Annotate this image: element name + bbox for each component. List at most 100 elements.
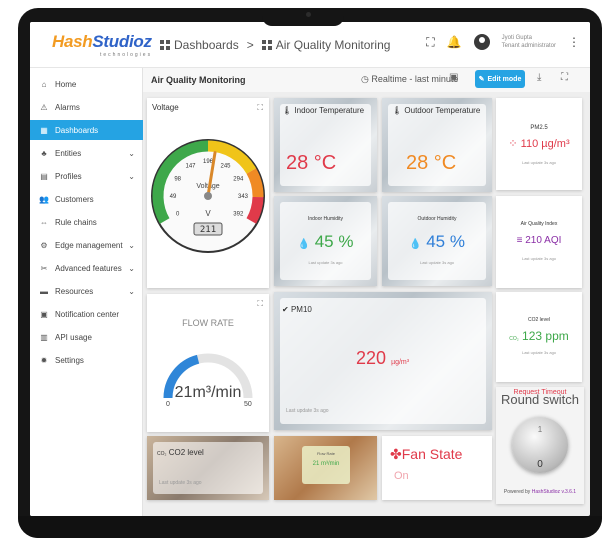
voltage-card: Voltage ⛶ 0 49 98 147 196 245 294 343 392 Voltage…	[147, 98, 269, 288]
sidebar-item-label: Home	[55, 79, 77, 89]
flow-rate-value: 21m³/min	[174, 384, 242, 401]
chevron-down-icon[interactable]: ⌄	[128, 287, 135, 296]
sidebar-item-dashboards[interactable]: ▦ Dashboards	[30, 120, 143, 140]
more-vert-icon[interactable]: ⋮	[568, 35, 580, 49]
sidebar-item-customers[interactable]: 👥 Customers	[30, 189, 143, 209]
aqi-value: ≡ 210 AQI	[496, 235, 582, 246]
outdoor-temperature-title: 🌡 Outdoor Temperature	[392, 106, 480, 115]
dashboard-toolbar: Air Quality Monitoring ◷ Realtime - last…	[143, 68, 590, 92]
sidebar-item-label: Advanced features	[55, 263, 122, 273]
gauge-tick-label: 343	[238, 194, 249, 200]
pm10-value: 220 µg/m³	[356, 348, 409, 369]
clock-icon: ◷	[361, 74, 369, 84]
sidebar-item-label: Rule chains	[55, 217, 97, 227]
expand-icon[interactable]: ⛶	[257, 299, 263, 309]
pm10-title: ✔ PM10	[282, 305, 312, 314]
co2-level-card: CO2 level CO₂ 123 ppm Last update 3s ago	[496, 292, 582, 382]
outdoor-temperature-value: 28 °C	[406, 152, 457, 174]
gauge-lcd-value: 211	[200, 225, 216, 235]
sidebar-item-api-usage[interactable]: ▥ API usage	[30, 327, 143, 347]
entities-icon: ♣	[41, 148, 47, 158]
water-drop-icon: 💧	[409, 239, 422, 250]
rule-chain-icon: ⇔	[40, 217, 48, 227]
home-icon: ⌂	[41, 79, 47, 89]
sidebar-item-edge-management[interactable]: ⚙ Edge management ⌄	[30, 235, 143, 255]
co2-level-value-text: 123 ppm	[522, 329, 569, 343]
outdoor-humidity-updated: Last update 3s ago	[419, 260, 455, 265]
gauge-hub	[204, 192, 212, 200]
sidebar-item-rule-chains[interactable]: ⇔ Rule chains	[30, 212, 143, 232]
camera-notch	[262, 8, 344, 26]
fan-state-title-text: Fan State	[401, 446, 463, 462]
outdoor-humidity-title: Outdoor Humidity	[417, 216, 457, 222]
filter-icon[interactable]: ▣	[449, 72, 458, 83]
sidebar-item-notification-center[interactable]: ▣ Notification center	[30, 304, 143, 324]
notifications-icon[interactable]: 🔔	[447, 35, 462, 49]
sidebar-item-settings[interactable]: ✹ Settings	[30, 350, 143, 370]
indoor-humidity-updated: Last update 3s ago	[308, 260, 343, 265]
sidebar-item-entities[interactable]: ♣ Entities ⌄	[30, 143, 143, 163]
footer-powered-by: Powered by HashStudioz v.3.6.1	[496, 489, 584, 495]
fan-state-card: ✤Fan State On	[382, 436, 492, 500]
fan-state-title: ✤Fan State	[390, 446, 462, 463]
chevron-down-icon[interactable]: ⌄	[128, 172, 135, 181]
indoor-humidity-value-text: 45 %	[314, 232, 354, 251]
sidebar-item-label: API usage	[55, 332, 92, 342]
indoor-humidity-card: Indoor Humidity 💧 45 % Last update 3s ag…	[274, 196, 377, 286]
sidebar-item-alarms[interactable]: ⚠ Alarms	[30, 97, 143, 117]
chevron-down-icon[interactable]: ⌄	[128, 264, 135, 273]
breadcrumb: Dashboards > Air Quality Monitoring	[160, 38, 390, 52]
download-icon[interactable]: ⤓	[537, 72, 541, 83]
sidebar-item-advanced-features[interactable]: ✂ Advanced features ⌄	[30, 258, 143, 278]
edit-mode-button[interactable]: ✎ Edit mode	[475, 70, 525, 88]
breadcrumb-separator: >	[246, 38, 254, 52]
co2-level-value: CO₂ 123 ppm	[496, 329, 582, 343]
flow-rate-max: 50	[244, 401, 252, 408]
fullscreen-icon[interactable]: ⛶	[426, 35, 434, 50]
indoor-humidity-value: 💧 45 %	[274, 232, 377, 252]
pm10-card: ✔ PM10 220 µg/m³ Last update 3s ago	[274, 292, 492, 430]
flow-rate-card: ⛶ FLOW RATE 21m³/min 0 50	[147, 294, 269, 432]
co2-icon: CO₂	[509, 336, 519, 342]
avatar[interactable]	[473, 34, 490, 50]
user-info[interactable]: Jyoti Gupta Tenant administrator	[502, 34, 556, 50]
pm25-title: PM2.5	[530, 125, 548, 131]
sidebar-item-profiles[interactable]: ▤ Profiles ⌄	[30, 166, 143, 186]
pm10-value-number: 220	[356, 348, 387, 368]
gauge-unit: V	[205, 209, 211, 218]
expand-icon[interactable]: ⛶	[257, 103, 263, 113]
outdoor-temperature-card: 🌡 Outdoor Temperature 28 °C	[382, 98, 492, 192]
chevron-down-icon[interactable]: ⌄	[128, 149, 135, 158]
footer-text: Powered by	[503, 489, 532, 495]
fullscreen-dashboard-icon[interactable]: ⛶	[561, 72, 568, 83]
footer-link[interactable]: HashStudioz v.3.6.1	[532, 489, 576, 495]
particles-icon: ⁘	[508, 138, 518, 150]
sidebar-item-resources[interactable]: ▬ Resources ⌄	[30, 281, 143, 301]
tools-icon: ✂	[40, 263, 48, 273]
edge-icon: ⚙	[40, 240, 48, 250]
gauge-band-red	[246, 196, 264, 224]
pm25-updated: Last update 3s ago	[521, 160, 557, 165]
chevron-down-icon[interactable]: ⌄	[128, 241, 135, 250]
aqi-title: Air Quality Index	[520, 221, 558, 227]
breadcrumb-dashboards[interactable]: Dashboards	[174, 38, 239, 52]
breadcrumb-current: Air Quality Monitoring	[275, 38, 391, 52]
sidebar-item-label: Notification center	[55, 309, 120, 319]
logo[interactable]: HashStudioz	[52, 32, 152, 52]
gauge-tick-label: 98	[174, 177, 181, 183]
aqi-value-text: 210 AQI	[525, 235, 562, 246]
sidebar-item-label: Settings	[55, 355, 84, 365]
pm25-value-text: 110 µg/m³	[520, 138, 570, 150]
sidebar-item-home[interactable]: ⌂ Home	[30, 74, 143, 94]
co2-level-title: CO2 level	[528, 317, 550, 323]
water-drop-icon: 💧	[297, 239, 310, 250]
top-bar-actions: ⛶ 🔔 Jyoti Gupta Tenant administrator ⋮	[426, 34, 580, 50]
flow-rate-small-value: 21 m³/min	[312, 461, 340, 467]
fan-icon: ✤	[390, 446, 402, 462]
pm10-title-text: PM10	[290, 305, 312, 314]
dashboard-title: Air Quality Monitoring	[151, 75, 246, 85]
timewindow-selector[interactable]: ◷ Realtime - last minute	[361, 74, 458, 85]
indoor-temperature-title: 🌡 Indoor Temperature	[282, 106, 364, 115]
gauge-tick-label: 392	[233, 212, 244, 218]
sidebar-item-label: Customers	[55, 194, 94, 204]
